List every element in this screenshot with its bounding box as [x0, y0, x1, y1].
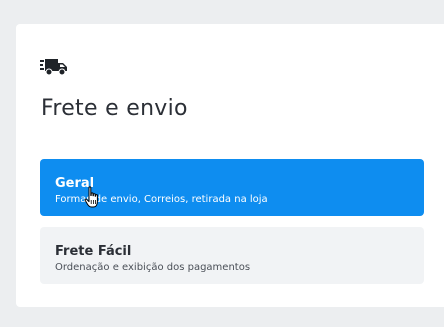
- page-title: Frete e envio: [41, 96, 188, 121]
- shipping-settings-panel: Frete e envio Geral Formas de envio, Cor…: [16, 24, 444, 307]
- menu-item-label: Frete Fácil: [55, 244, 132, 259]
- menu-item-geral[interactable]: Geral Formas de envio, Correios, retirad…: [40, 159, 424, 216]
- menu-item-description: Ordenação e exibição dos pagamentos: [55, 262, 251, 273]
- menu-item-description: Formas de envio, Correios, retirada na l…: [55, 194, 268, 205]
- truck-icon: [40, 59, 67, 76]
- menu-item-frete-facil[interactable]: Frete Fácil Ordenação e exibição dos pag…: [40, 227, 424, 284]
- menu-item-label: Geral: [55, 176, 95, 191]
